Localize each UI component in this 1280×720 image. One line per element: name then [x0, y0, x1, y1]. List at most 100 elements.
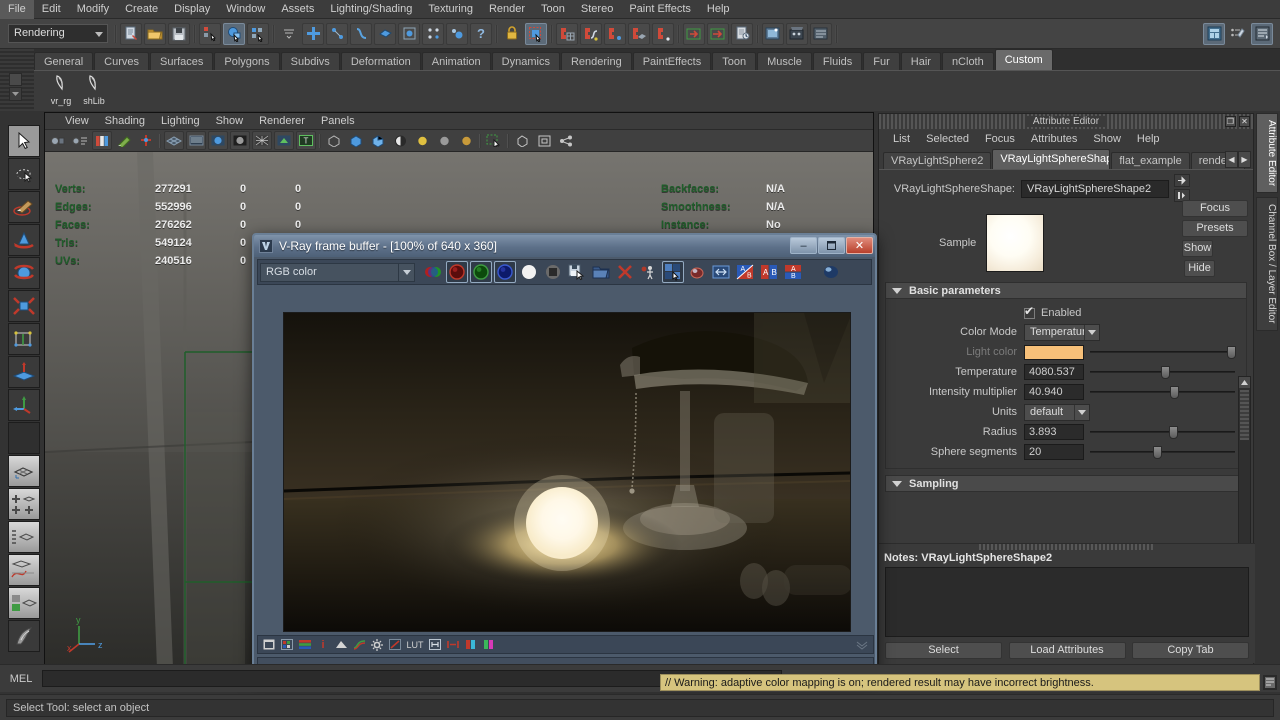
select-by-hierarchy-button[interactable]	[199, 22, 221, 45]
slider-handle[interactable]	[1161, 366, 1171, 379]
scroll-thumb[interactable]	[1240, 390, 1249, 440]
scroll-up-icon[interactable]	[1239, 377, 1250, 388]
tab-prev-button[interactable]: ◀	[1225, 151, 1238, 168]
lasso-tool-button[interactable]	[8, 158, 40, 190]
menu-file[interactable]: File	[0, 0, 34, 19]
slider-handle[interactable]	[1226, 346, 1236, 359]
param-field-intensity-multiplier[interactable]: 40.940	[1024, 384, 1084, 400]
help-question-button[interactable]: ?	[470, 22, 492, 45]
render-sequence-button[interactable]	[786, 22, 808, 45]
hypershade-persp-layout-button[interactable]	[8, 587, 40, 619]
ae-menu-show[interactable]: Show	[1085, 129, 1129, 149]
pixel-aspect-icon[interactable]	[280, 638, 294, 652]
ae-menu-attributes[interactable]: Attributes	[1023, 129, 1085, 149]
snap-magnet-point-button[interactable]	[604, 22, 626, 45]
all-lights-icon[interactable]	[456, 131, 476, 150]
share-viewport-icon[interactable]	[556, 131, 576, 150]
node-name-field[interactable]: VRayLightSphereShape2	[1021, 180, 1169, 198]
save-image-icon[interactable]	[566, 261, 588, 283]
param-field-sphere-segments[interactable]: 20	[1024, 444, 1084, 460]
paint-effects-tool-button[interactable]	[8, 620, 40, 652]
chevron-down-icon[interactable]	[398, 263, 414, 281]
snap-magnet-view-button[interactable]	[652, 22, 674, 45]
show-button[interactable]: Show	[1182, 240, 1213, 257]
select-button[interactable]: Select	[885, 642, 1002, 659]
smooth-shade-all-icon[interactable]	[208, 131, 228, 150]
make-live-button[interactable]	[446, 22, 468, 45]
vray-frame-buffer-window[interactable]: V-Ray frame buffer - [100% of 640 x 360]…	[252, 233, 877, 678]
maximize-button[interactable]	[818, 237, 845, 254]
copy-tab-button[interactable]: Copy Tab	[1132, 642, 1249, 659]
channel-split-icon[interactable]	[482, 638, 496, 652]
menu-create[interactable]: Create	[117, 0, 166, 19]
menu-toon[interactable]: Toon	[533, 0, 573, 19]
rgb-channel-icon[interactable]	[422, 261, 444, 283]
lut-toggle-icon[interactable]	[388, 638, 402, 652]
goto-input-icon[interactable]	[1174, 174, 1190, 187]
vfb-title-bar[interactable]: V-Ray frame buffer - [100% of 640 x 360]…	[254, 235, 875, 257]
blue-channel-icon[interactable]	[494, 261, 516, 283]
fit-icon[interactable]	[262, 638, 276, 652]
select-by-component-type-button[interactable]	[247, 22, 269, 45]
show-manipulator-tool-button[interactable]	[8, 389, 40, 421]
shelf-tab-curves[interactable]: Curves	[94, 52, 149, 70]
ae-menu-focus[interactable]: Focus	[977, 129, 1023, 149]
texture-toggle-icon[interactable]: T	[296, 131, 316, 150]
show-attribute-editor-button[interactable]	[1203, 22, 1225, 45]
ae-menu-help[interactable]: Help	[1129, 129, 1168, 149]
show-channel-box-button[interactable]	[1251, 22, 1273, 45]
shelf-tab-general[interactable]: General	[34, 52, 94, 70]
menu-lighting-shading[interactable]: Lighting/Shading	[322, 0, 420, 19]
chevron-down-icon[interactable]	[1074, 404, 1089, 420]
close-icon[interactable]: ✕	[1239, 116, 1250, 127]
lock-icon[interactable]	[501, 23, 523, 45]
shelf-tab-custom[interactable]: Custom	[994, 49, 1053, 70]
chevron-down-icon[interactable]	[1084, 324, 1099, 340]
menu-texturing[interactable]: Texturing	[420, 0, 481, 19]
viewport-menu-renderer[interactable]: Renderer	[251, 113, 313, 130]
load-attributes-button[interactable]: Load Attributes	[1008, 642, 1126, 659]
select-highlight-button[interactable]	[525, 22, 547, 45]
snap-magnet-curve-button[interactable]	[580, 22, 602, 45]
basic-parameters-header[interactable]: Basic parameters	[885, 282, 1247, 299]
default-light-icon[interactable]	[412, 131, 432, 150]
wireframe-shading-icon[interactable]	[164, 131, 184, 150]
show-tool-settings-button[interactable]	[1227, 23, 1249, 45]
render-current-frame-button[interactable]	[762, 22, 784, 45]
menu-set-selector[interactable]: Rendering	[8, 24, 108, 43]
snap-to-uv-button[interactable]	[422, 22, 444, 45]
camera-attributes-icon[interactable]	[70, 131, 90, 150]
slider-handle[interactable]	[1170, 386, 1180, 399]
viewport-menu-panels[interactable]: Panels	[313, 113, 363, 130]
render-settings-button[interactable]	[810, 22, 832, 45]
green-channel-icon[interactable]	[470, 261, 492, 283]
shelf-handle-column[interactable]	[0, 49, 34, 111]
tab-next-button[interactable]: ▶	[1238, 151, 1251, 168]
universal-manipulator-button[interactable]	[8, 323, 40, 355]
shelf-tab-fur[interactable]: Fur	[863, 52, 900, 70]
param-combo-units[interactable]: default	[1024, 403, 1090, 421]
no-light-icon[interactable]	[434, 131, 454, 150]
presets-button[interactable]: Presets	[1182, 220, 1248, 237]
param-slider-sphere-segments[interactable]	[1090, 445, 1235, 459]
param-slider-intensity-multiplier[interactable]	[1090, 385, 1235, 399]
snap-to-point-button[interactable]	[350, 22, 372, 45]
ae-tab-flat_example[interactable]: flat_example	[1111, 152, 1190, 169]
shelf-collapse-box[interactable]	[9, 87, 22, 101]
shelf-tab-painteffects[interactable]: PaintEffects	[632, 52, 712, 70]
hardware-texture-icon[interactable]	[390, 131, 410, 150]
attribute-editor-scrollbar[interactable]	[1238, 376, 1251, 566]
vfb-rendered-image[interactable]	[283, 312, 851, 632]
shelf-tab-dynamics[interactable]: Dynamics	[491, 52, 560, 70]
alpha-channel-icon[interactable]	[518, 261, 540, 283]
select-tool-button[interactable]	[8, 125, 40, 157]
focus-button[interactable]: Focus	[1182, 200, 1248, 217]
viewport-menu-show[interactable]: Show	[208, 113, 252, 130]
shelf-tab-rendering[interactable]: Rendering	[560, 52, 632, 70]
paint-selection-tool-button[interactable]	[8, 191, 40, 223]
track-mouse-icon[interactable]	[638, 261, 660, 283]
menu-display[interactable]: Display	[166, 0, 218, 19]
ab-horizontal-icon[interactable]: AB	[758, 261, 780, 283]
shelf-tab-subdivs[interactable]: Subdivs	[280, 52, 340, 70]
two-panel-layout-button[interactable]	[8, 488, 40, 520]
